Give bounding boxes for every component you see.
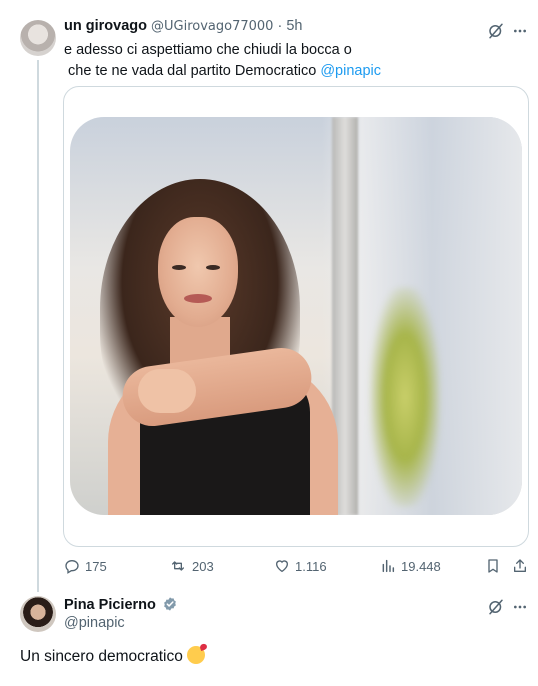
author-name[interactable]: un girovago bbox=[64, 18, 147, 34]
tweet-text-line2: che te ne vada dal partito Democratico bbox=[64, 63, 321, 79]
tweet-header: un girovago @UGirovago77000 · 5h bbox=[64, 18, 303, 34]
bookmark-icon bbox=[488, 559, 498, 573]
thread-connector-line bbox=[37, 60, 39, 592]
kiss-emoji-icon bbox=[186, 646, 205, 664]
tweet-time[interactable]: 5h bbox=[286, 18, 302, 34]
views-button[interactable]: 19.448 bbox=[380, 558, 441, 574]
tweet-actions-bar: 175 203 1.116 19.448 bbox=[64, 558, 534, 578]
views-count: 19.448 bbox=[401, 558, 441, 574]
repost-count: 203 bbox=[192, 558, 214, 574]
reply-icon bbox=[65, 559, 79, 574]
avatar[interactable] bbox=[20, 20, 56, 56]
more-icon[interactable] bbox=[510, 21, 530, 41]
views-icon bbox=[382, 559, 395, 573]
photo-lips bbox=[184, 294, 212, 303]
reply-count: 175 bbox=[85, 558, 107, 574]
photo-hands bbox=[138, 369, 196, 413]
tweet-header: Pina Picierno bbox=[64, 596, 178, 616]
avatar[interactable] bbox=[20, 596, 56, 632]
more-icon[interactable] bbox=[510, 597, 530, 617]
share-icon bbox=[514, 559, 526, 572]
tweet-text: e adesso ci aspettiamo che chiudi la boc… bbox=[64, 40, 381, 82]
tweet-text-line1: e adesso ci aspettiamo che chiudi la boc… bbox=[64, 42, 352, 58]
photo-eye bbox=[206, 265, 220, 270]
author-handle[interactable]: @pinapic bbox=[64, 615, 125, 631]
reply-button[interactable]: 175 bbox=[64, 558, 107, 574]
bookmark-button[interactable] bbox=[485, 558, 501, 574]
attached-photo[interactable] bbox=[70, 117, 522, 515]
tweet-text: Un sincero democratico bbox=[20, 646, 205, 666]
mention-link[interactable]: @pinapic bbox=[320, 63, 381, 79]
grok-icon[interactable] bbox=[486, 597, 506, 617]
media-card[interactable] bbox=[63, 86, 529, 547]
author-name[interactable]: Pina Picierno bbox=[64, 597, 156, 613]
like-count: 1.116 bbox=[295, 558, 327, 574]
photo-plant bbox=[370, 287, 440, 507]
photo-face bbox=[158, 217, 238, 327]
author-handle[interactable]: @UGirovago77000 bbox=[151, 19, 273, 34]
separator: · bbox=[277, 18, 283, 34]
grok-icon[interactable] bbox=[486, 21, 506, 41]
repost-button[interactable]: 203 bbox=[169, 558, 214, 574]
repost-icon bbox=[172, 561, 184, 571]
tweet-text-content: Un sincero democratico bbox=[20, 648, 183, 665]
like-icon bbox=[275, 560, 289, 573]
share-button[interactable] bbox=[512, 558, 528, 574]
photo-eye bbox=[172, 265, 186, 270]
verified-badge-icon[interactable] bbox=[162, 596, 178, 616]
like-button[interactable]: 1.116 bbox=[274, 558, 327, 574]
